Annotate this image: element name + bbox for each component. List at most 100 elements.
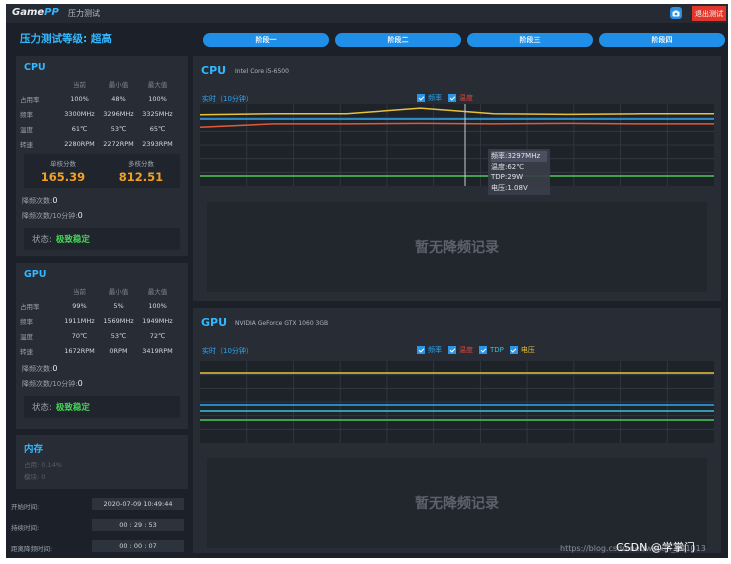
legend-label: 电压: [520, 346, 535, 354]
throttle10-label: 降频次数/10分钟:: [22, 380, 78, 388]
gpu-chart-title: GPU: [201, 316, 228, 329]
cpu-stats-panel: CPU 当前 最小值 最大值 占用率 100% 48% 100% 频率 3300…: [16, 56, 188, 256]
value-max: 65℃: [149, 124, 166, 133]
duration-label: 持续时间:: [11, 524, 40, 532]
legend-label: 温度: [459, 94, 473, 102]
value-min: 0RPM: [109, 346, 128, 355]
single-core-score-label: 单核分数: [50, 160, 76, 168]
time-to-throttle-label: 距离降频时间:: [11, 545, 53, 553]
cpu-chart-legend: 频率 温度: [417, 93, 479, 103]
cpu-stats-table: 当前 最小值 最大值 占用率 100% 48% 100% 频率 3300MHz …: [20, 76, 177, 151]
cpu-panel-title: CPU: [24, 62, 46, 73]
title-bar: GamePP 压力测试 退出测试: [6, 4, 728, 23]
legend-label: 频率: [428, 94, 442, 102]
cpu-throttle-count-10min: 降频次数/10分钟:0: [22, 211, 83, 221]
cpu-realtime-plot[interactable]: 频率:3297MHz 温度:62℃ TDP:29W 电压:1.08V: [199, 104, 714, 195]
gpu-throttle-count-10min: 降频次数/10分钟:0: [22, 379, 83, 389]
legend-label: 频率: [428, 346, 442, 354]
status-label: 状态:: [32, 235, 52, 245]
legend-temperature-toggle[interactable]: 温度: [448, 345, 473, 355]
checkbox-checked-icon: [448, 346, 456, 354]
gpu-status-box: 状态: 极致稳定: [24, 396, 180, 418]
multi-core-score-label: 多核分数: [128, 160, 154, 168]
gpu-plot-svg: [200, 361, 714, 443]
value-min: 48%: [111, 94, 126, 103]
single-core-score: 165.39: [40, 170, 86, 184]
value-min: 53℃: [110, 124, 127, 133]
status-label: 状态:: [32, 403, 52, 413]
header-current: 当前: [73, 80, 86, 89]
checkbox-checked-icon: [448, 94, 456, 102]
legend-voltage-toggle[interactable]: 电压: [509, 345, 535, 355]
camera-icon: [672, 10, 680, 16]
start-time-value: 2020-07-09 10:49:44: [92, 498, 184, 510]
memory-panel-title: 内存: [24, 444, 44, 455]
value-max: 100%: [148, 94, 167, 103]
stage-2-button[interactable]: 阶段二: [335, 33, 461, 47]
stats-row-temperature: 温度 70℃ 53℃ 72℃: [20, 328, 177, 343]
row-label: 占用率: [20, 302, 40, 311]
stats-row-temperature: 温度 61℃ 53℃ 65℃: [20, 121, 177, 136]
row-label: 温度: [20, 332, 33, 341]
app-logo: GamePP: [12, 7, 59, 18]
gamepp-window: GamePP 压力测试 退出测试 压力测试等级: 超高 阶段一 阶段二 阶段三 …: [6, 4, 728, 558]
stats-row-fan-speed: 转速 2280RPM 2272RPM 2393RPM: [20, 136, 177, 151]
throttle10-label: 降频次数/10分钟:: [22, 212, 78, 220]
legend-label: 温度: [459, 346, 473, 354]
logo-text: Game: [12, 7, 45, 18]
value-min: 5%: [113, 301, 124, 310]
cpu-hover-tooltip: 频率:3297MHz 温度:62℃ TDP:29W 电压:1.08V: [488, 149, 550, 195]
value-max: 3325MHz: [142, 109, 173, 118]
value-min: 53℃: [110, 331, 127, 340]
checkbox-checked-icon: [479, 346, 487, 354]
legend-frequency-toggle[interactable]: 频率: [417, 345, 442, 355]
legend-temperature-toggle[interactable]: 温度: [448, 93, 473, 103]
cpu-chart-panel: CPU Intel Core i5-6500 实时（10分钟） 频率 温度 频率…: [193, 56, 721, 301]
screenshot-button[interactable]: [670, 7, 682, 19]
throttle-label: 降频次数:: [22, 365, 53, 373]
tooltip-tdp: TDP:29W: [491, 173, 524, 181]
cpu-model: Intel Core i5-6500: [235, 68, 289, 75]
stage-1-button[interactable]: 阶段一: [203, 33, 329, 47]
stage-4-button[interactable]: 阶段四: [599, 33, 725, 47]
cpu-plot-svg: [199, 104, 714, 186]
row-label: 频率: [20, 110, 33, 119]
stats-header-row: 当前 最小值 最大值: [20, 283, 177, 298]
header-min: 最小值: [108, 287, 129, 296]
cpu-temperature-line: [199, 122, 714, 129]
value-current: 100%: [70, 94, 89, 103]
exit-test-button[interactable]: 退出测试: [692, 6, 726, 21]
csdn-watermark: CSDN @学掌门: [616, 541, 695, 554]
row-label: 转速: [20, 140, 33, 149]
value-current: 99%: [72, 301, 87, 310]
cpu-frequency-line: [199, 107, 714, 116]
stats-row-frequency: 频率 1911MHz 1569MHz 1949MHz: [20, 313, 177, 328]
value-current: 1672RPM: [64, 346, 95, 355]
checkbox-checked-icon: [417, 346, 425, 354]
value-max: 1949MHz: [142, 316, 173, 325]
logo-accent-text: PP: [44, 7, 59, 18]
stats-row-fan-speed: 转速 1672RPM 0RPM 3419RPM: [20, 343, 177, 358]
cpu-no-throttle-record: 暂无降频记录: [207, 202, 707, 292]
tooltip-temperature: 温度:62℃: [491, 162, 525, 171]
status-value: 极致稳定: [55, 235, 90, 245]
legend-frequency-toggle[interactable]: 频率: [417, 93, 442, 103]
value-current: 3300MHz: [64, 109, 95, 118]
value-current: 61℃: [71, 124, 88, 133]
memory-modules: 模块: 0: [24, 473, 46, 481]
gpu-panel-title: GPU: [24, 269, 47, 280]
stats-row-usage: 占用率 100% 48% 100%: [20, 91, 177, 106]
legend-label: TDP: [490, 346, 504, 354]
gpu-model: NVIDIA GeForce GTX 1060 3GB: [235, 320, 329, 327]
time-to-throttle-value: 00 : 00 : 07: [92, 540, 184, 552]
value-current: 1911MHz: [64, 316, 95, 325]
value-min: 3296MHz: [103, 109, 134, 118]
stage-3-button[interactable]: 阶段三: [467, 33, 593, 47]
tooltip-voltage: 电压:1.08V: [491, 183, 528, 192]
row-label: 占用率: [20, 95, 40, 104]
gpu-realtime-plot[interactable]: [200, 361, 714, 443]
memory-usage: 占用: 0.14%: [24, 461, 62, 469]
checkbox-checked-icon: [509, 346, 518, 354]
legend-tdp-toggle[interactable]: TDP: [479, 346, 504, 354]
value-max: 100%: [148, 301, 167, 310]
